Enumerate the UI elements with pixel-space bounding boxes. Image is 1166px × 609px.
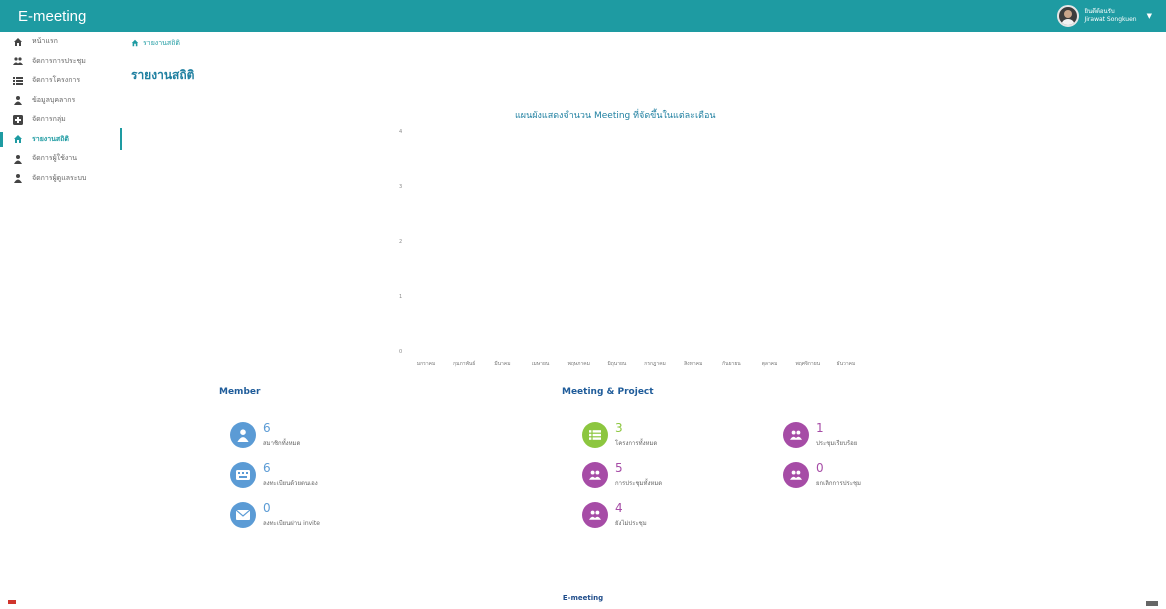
sidebar-item-meetings[interactable]: จัดการการประชุม (0, 52, 122, 72)
stat-total-projects: 3 โครงการทั้งหมด (582, 422, 657, 448)
y-tick-label: 1 (399, 294, 402, 300)
stat-label: ลงทะเบียนผ่าน invite (263, 520, 320, 527)
meetings-per-month-chart: แผนผังแสดงจำนวน Meeting ที่จัดขึ้นในแต่ล… (395, 105, 880, 373)
user-menu[interactable]: ยินดีต้อนรับ Jirawat Songkuen ▼ (1056, 5, 1152, 27)
stat-label: ยังไม่ประชุม (615, 520, 647, 527)
stat-label: ประชุมเรียบร้อย (816, 440, 858, 447)
top-navbar: E-meeting ยินดีต้อนรับ Jirawat Songkuen … (0, 0, 1166, 32)
sidebar-item-personnel[interactable]: ข้อมูลบุคลากร (0, 91, 122, 111)
page-title: รายงานสถิติ (131, 68, 195, 82)
stat-cancelled-meetings: 0 ยกเลิกการประชุม (783, 462, 861, 488)
avatar[interactable] (1056, 5, 1079, 27)
sidebar-item-label: จัดการผู้ดูแลระบบ (32, 173, 87, 182)
stat-label: การประชุมทั้งหมด (615, 480, 663, 487)
sidebar-item-projects[interactable]: จัดการโครงการ (0, 71, 122, 91)
stat-label: สมาชิกทั้งหมด (263, 440, 301, 447)
users-icon (783, 422, 809, 448)
plus-square-icon (13, 114, 23, 125)
chevron-down-icon[interactable]: ▼ (1147, 12, 1152, 20)
users-icon (582, 462, 608, 488)
sidebar: หน้าแรก จัดการการประชุม จัดการโครงการ ข้… (0, 32, 122, 262)
meeting-section-title: Meeting & Project (562, 387, 654, 397)
stat-value: 0 (263, 501, 271, 515)
sidebar-item-admins[interactable]: จัดการผู้ดูแลระบบ (0, 169, 122, 189)
x-tick-label: มีนาคม (494, 360, 510, 367)
sidebar-item-label: ข้อมูลบุคลากร (32, 95, 76, 104)
sidebar-item-label: จัดการโครงการ (32, 76, 81, 85)
x-tick-label: เมษายน (532, 361, 550, 367)
x-tick-label: พฤศจิกายน (795, 360, 820, 367)
y-tick-label: 4 (399, 129, 402, 135)
stat-label: โครงการทั้งหมด (615, 440, 658, 447)
list-icon (582, 422, 608, 448)
stat-pending-meetings: 4 ยังไม่ประชุม (582, 502, 647, 528)
x-tick-label: ธันวาคม (837, 361, 856, 367)
stat-total-meetings: 5 การประชุมทั้งหมด (582, 462, 662, 488)
stat-label: ยกเลิกการประชุม (816, 480, 862, 487)
sidebar-item-label: หน้าแรก (32, 37, 58, 46)
stat-value: 6 (263, 421, 271, 435)
stat-invite-registered: 0 ลงทะเบียนผ่าน invite (230, 502, 320, 528)
user-greeting: ยินดีต้อนรับ (1084, 8, 1115, 15)
y-tick-label: 2 (399, 239, 402, 245)
stat-value: 6 (263, 461, 271, 475)
app-title[interactable]: E-meeting (18, 8, 86, 25)
sidebar-item-groups[interactable]: จัดการกลุ่ม (0, 110, 122, 130)
member-section-title: Member (219, 387, 261, 397)
stat-value: 5 (615, 461, 623, 475)
x-tick-label: พฤษภาคม (568, 361, 590, 367)
home-icon (13, 134, 23, 144)
stat-value: 4 (615, 501, 623, 515)
stat-value: 0 (816, 461, 824, 475)
sidebar-item-users[interactable]: จัดการผู้ใช้งาน (0, 149, 122, 169)
sidebar-item-label: รายงานสถิติ (32, 134, 69, 143)
list-icon (13, 76, 23, 86)
users-icon (13, 56, 23, 66)
y-tick-label: 3 (399, 184, 402, 190)
x-tick-label: มิถุนายน (607, 360, 626, 367)
home-icon[interactable] (131, 39, 139, 49)
stat-total-members: 6 สมาชิกทั้งหมด (230, 422, 300, 448)
sidebar-item-label: จัดการการประชุม (32, 56, 86, 65)
breadcrumb-label[interactable]: รายงานสถิติ (143, 38, 180, 49)
y-tick-label: 0 (399, 349, 402, 355)
corner-scroll-handle[interactable] (1146, 601, 1158, 606)
user-icon (230, 422, 256, 448)
x-tick-label: สิงหาคม (684, 360, 702, 367)
breadcrumb: รายงานสถิติ (131, 38, 180, 49)
user-icon (13, 154, 23, 164)
home-icon (13, 37, 23, 47)
stat-label: ลงทะเบียนด้วยตนเอง (263, 480, 318, 487)
user-icon (13, 173, 23, 184)
stat-self-registered: 6 ลงทะเบียนด้วยตนเอง (230, 462, 318, 488)
x-tick-label: มกราคม (417, 361, 435, 367)
user-name: Jirawat Songkuen (1084, 16, 1137, 23)
corner-badge (8, 600, 16, 604)
x-tick-label: กรกฎาคม (644, 361, 666, 367)
footer: E-meeting (562, 594, 604, 602)
x-tick-label: กุมภาพันธ์ (453, 360, 475, 367)
sidebar-item-statistics[interactable]: รายงานสถิติ (0, 127, 122, 149)
users-icon (783, 462, 809, 488)
users-icon (582, 502, 608, 528)
sidebar-item-home[interactable]: หน้าแรก (0, 32, 122, 52)
envelope-icon (230, 502, 256, 528)
keyboard-icon (230, 462, 256, 488)
sidebar-item-label: จัดการผู้ใช้งาน (32, 154, 77, 163)
x-tick-label: กันยายน (722, 361, 741, 367)
stat-value: 1 (816, 421, 824, 435)
stat-value: 3 (615, 421, 623, 435)
stat-completed-meetings: 1 ประชุมเรียบร้อย (783, 422, 857, 448)
sidebar-item-label: จัดการกลุ่ม (32, 115, 66, 124)
chart-canvas: 0 1 2 3 4 มกราคม กุมภาพันธ์ มีนาคม เมษายน พฤษภาคม… (399, 129, 856, 367)
user-icon (13, 95, 23, 106)
x-tick-label: ตุลาคม (762, 361, 778, 367)
